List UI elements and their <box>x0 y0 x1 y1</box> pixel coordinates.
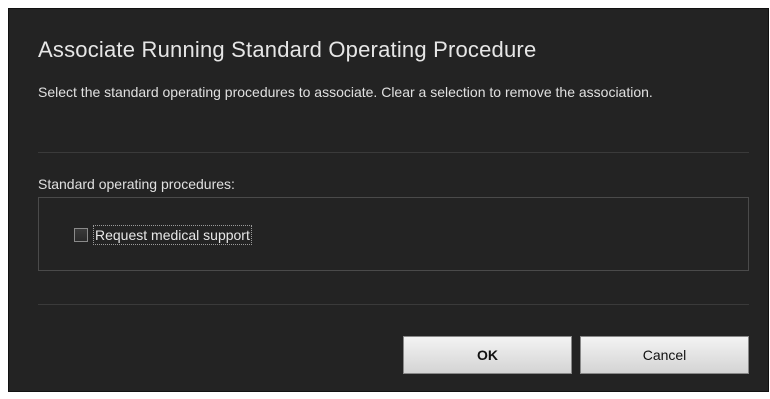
procedure-label[interactable]: Request medical support <box>93 225 252 245</box>
procedures-list: Request medical support <box>38 197 749 271</box>
procedure-item-request-medical-support[interactable]: Request medical support <box>74 224 252 246</box>
procedure-checkbox[interactable] <box>74 228 88 242</box>
divider <box>38 304 749 305</box>
cancel-button[interactable]: Cancel <box>580 336 749 374</box>
dialog-title: Associate Running Standard Operating Pro… <box>38 37 537 62</box>
dialog-instructions: Select the standard operating procedures… <box>38 84 653 100</box>
ok-button[interactable]: OK <box>403 336 572 374</box>
divider <box>38 152 749 153</box>
associate-sop-dialog: Associate Running Standard Operating Pro… <box>8 8 769 392</box>
procedures-section-label: Standard operating procedures: <box>38 176 235 192</box>
